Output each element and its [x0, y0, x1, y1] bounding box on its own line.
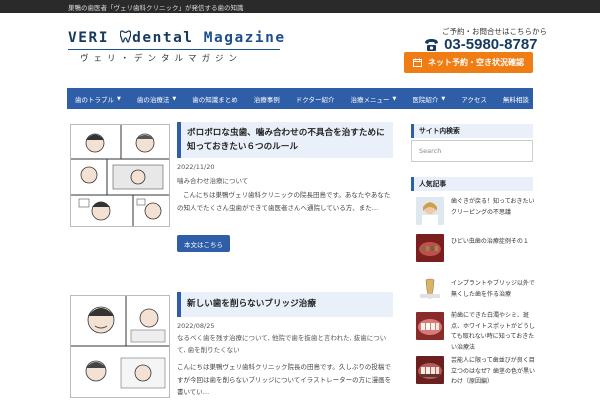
nav-item-free-consultation[interactable]: 無料相談 — [495, 88, 537, 109]
popular-item[interactable]: 芸能人に限って歯並びが良く目立つのはなぜ？歯茎の色が黒いわけ（原因編） — [416, 356, 536, 390]
main-nav: 歯のトラブル ▼ 歯の治療法 ▼ 歯の知識まとめ 治療事例 ドクター紹介 治療メニュ… — [67, 88, 533, 109]
logo-divider — [68, 49, 280, 50]
nav-item-clinic[interactable]: 医院紹介 ▼ — [404, 88, 453, 109]
site-logo[interactable]: VERI dental Magazine ヴェリ・デンタルマガジン — [68, 30, 284, 70]
phone-number-link[interactable]: 03-5980-8787 — [424, 34, 538, 53]
popular-thumbnail — [416, 276, 444, 304]
manga-illustration — [71, 296, 169, 397]
chevron-down-icon: ▼ — [117, 95, 121, 102]
logo-word-dental: dental — [132, 30, 204, 46]
post-title[interactable]: ボロボロな虫歯、噛み合わせの不具合を治すために知っておきたい６つのルール — [177, 122, 393, 158]
nav-item-cases[interactable]: 治療事例 — [246, 88, 288, 109]
post-title[interactable]: 新しい歯を削らないブリッジ治療 — [177, 292, 393, 317]
popular-section-title: 人気記事 — [411, 177, 533, 191]
nav-label: アクセス — [461, 95, 487, 104]
chevron-down-icon: ▼ — [441, 95, 446, 102]
search-input[interactable]: Search — [411, 140, 533, 162]
post-excerpt: こんにちは巣鴨ヴェリ歯科クリニック院長の田島です。久しぶりの投稿ですが今回は歯を… — [177, 363, 392, 396]
popular-item[interactable]: 歯ぐきが戻る！知っておきたいクリーピングの不思議 — [416, 197, 536, 231]
post-excerpt: こんにちは巣鴨ヴェリ歯科クリニックの院長田島です。あなたやあなたの知人でたくさん… — [177, 191, 391, 212]
popular-item-title: 歯ぐきが戻る！知っておきたいクリーピングの不思議 — [451, 198, 535, 216]
tooth-icon — [119, 30, 132, 43]
nav-item-dental-trouble[interactable]: 歯のトラブル ▼ — [67, 88, 129, 109]
post-thumbnail-manga[interactable] — [70, 124, 170, 227]
popular-thumbnail — [416, 312, 444, 340]
post-date: 2022/08/25 — [177, 322, 215, 330]
nav-item-knowledge[interactable]: 歯の知識まとめ — [184, 88, 246, 109]
online-reservation-button[interactable]: ネット予約・空き状況確認 — [404, 52, 533, 73]
popular-thumbnail — [416, 234, 444, 262]
logo-wordmark: VERI dental Magazine — [68, 30, 286, 46]
online-reservation-label: ネット予約・空き状況確認 — [428, 58, 524, 67]
popular-item[interactable]: 前歯にできた白濁やシミ、斑点、ホワイトスポットがどうしても取れない時に知っておき… — [416, 312, 536, 351]
popular-item-title: 芸能人に限って歯並びが良く目立つのはなぜ？歯茎の色が黒いわけ（原因編） — [451, 357, 536, 385]
popular-item-title: インプラントやブリッジ以外で無くした歯を作る治療 — [451, 280, 535, 298]
nav-label: 無料相談 — [502, 95, 529, 104]
search-section-title: サイト内検索 — [411, 124, 533, 138]
popular-item[interactable]: ひどい虫歯の治療症例その１ — [416, 234, 536, 268]
calendar-icon — [413, 58, 422, 67]
popular-thumbnail — [416, 356, 444, 384]
logo-word-magazine: Magazine — [203, 30, 286, 46]
popular-item-title: ひどい虫歯の治療症例その１ — [451, 238, 529, 245]
nav-label: 歯の治療法 — [136, 95, 170, 104]
nav-label: 歯のトラブル — [75, 95, 114, 104]
manga-illustration — [71, 125, 169, 226]
tagline: 巣鴨の歯医者「ヴェリ歯科クリニック」が発信する歯の知識 — [68, 4, 244, 12]
popular-thumbnail — [416, 197, 444, 225]
nav-label: 治療メニュー — [350, 95, 390, 104]
chevron-down-icon: ▼ — [172, 95, 177, 102]
top-bar: 巣鴨の歯医者「ヴェリ歯科クリニック」が発信する歯の知識 — [0, 0, 600, 13]
nav-label: 治療事例 — [253, 95, 280, 104]
logo-word-veri: VERI — [68, 30, 120, 46]
popular-item[interactable]: インプラントやブリッジ以外で無くした歯を作る治療 — [416, 276, 536, 310]
post-thumbnail-manga[interactable] — [70, 295, 170, 398]
phone-number: 03-5980-8787 — [444, 36, 538, 53]
nav-item-doctors[interactable]: ドクター紹介 — [288, 88, 343, 109]
phone-icon — [425, 38, 438, 51]
post-date: 2022/11/20 — [177, 163, 215, 171]
post-category[interactable]: 噛み合わせ治療について — [177, 175, 248, 185]
nav-label: 歯の知識まとめ — [192, 95, 238, 104]
nav-label: 医院紹介 — [412, 95, 439, 104]
logo-subtitle: ヴェリ・デンタルマガジン — [80, 54, 243, 64]
nav-item-treatment-methods[interactable]: 歯の治療法 ▼ — [129, 88, 184, 109]
nav-label: ドクター紹介 — [295, 95, 335, 104]
post-category[interactable]: なるべく歯を残す治療について, 他院で歯を抜歯と言われた, 抜歯について, 歯を… — [177, 332, 393, 356]
chevron-down-icon: ▼ — [392, 95, 397, 102]
read-more-button[interactable]: 本文はこちら — [177, 235, 230, 252]
nav-item-access[interactable]: アクセス — [453, 88, 495, 109]
nav-item-treatment-menu[interactable]: 治療メニュー ▼ — [342, 88, 404, 109]
popular-item-title: 前歯にできた白濁やシミ、斑点、ホワイトスポットがどうしても取れない時に知っておき… — [451, 312, 536, 351]
